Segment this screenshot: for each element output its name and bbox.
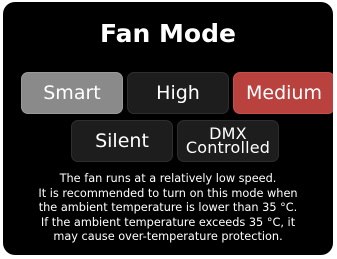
medium-mode-button[interactable]: Medium [233,72,333,114]
dmx-controlled-mode-button[interactable]: DMX Controlled [177,120,279,162]
dmx-mode-label-line2: Controlled [185,138,271,157]
mode-description: The fan runs at a relatively low speed. … [7,172,329,245]
page-title: Fan Mode [100,19,236,48]
high-mode-button[interactable]: High [127,72,229,114]
fan-mode-screen: Fan Mode Smart High Medium Silent DMX Co… [3,2,333,255]
description-line: If the ambient temperature exceeds 35 °C… [40,215,296,229]
description-line: It is recommended to turn on this mode w… [38,186,298,200]
description-line: may cause over-temperature protection. [53,230,283,244]
smart-mode-button[interactable]: Smart [21,72,123,114]
medium-mode-label: Medium [246,82,322,104]
silent-mode-button[interactable]: Silent [71,120,173,162]
description-line: The fan runs at a relatively low speed. [59,172,277,185]
silent-mode-label: Silent [95,130,149,152]
description-line: the ambient temperature is lower than 35… [38,201,298,215]
high-mode-label: High [156,82,200,104]
smart-mode-label: Smart [43,82,101,104]
